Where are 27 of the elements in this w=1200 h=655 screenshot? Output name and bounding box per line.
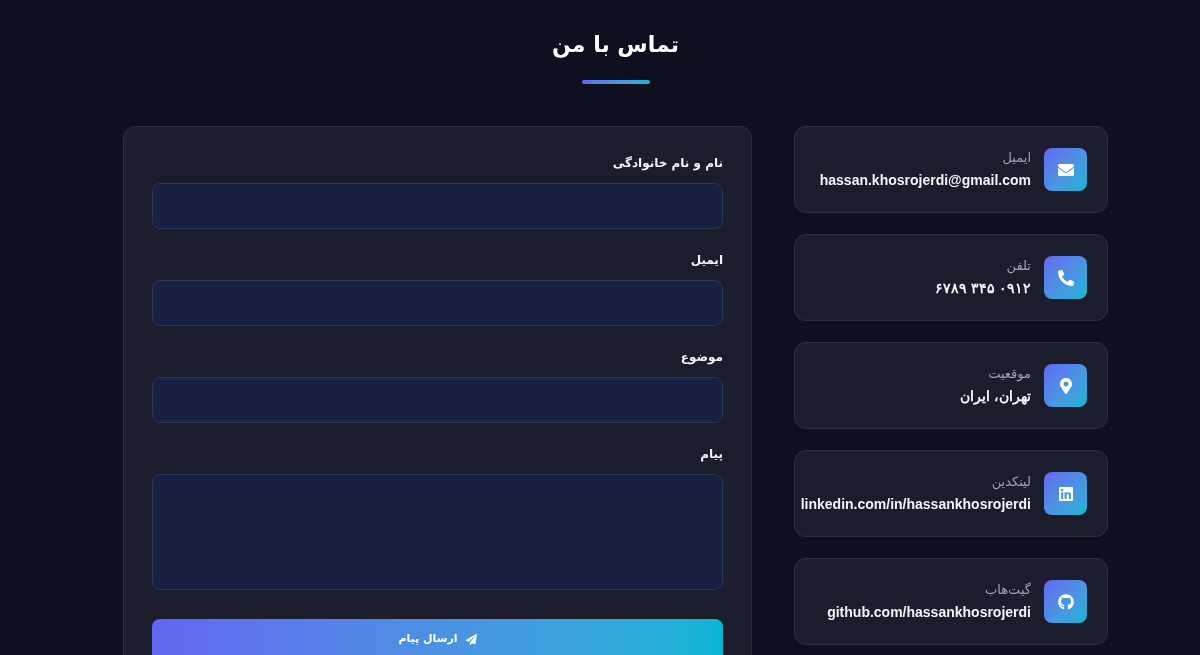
- field-label: نام و نام خانوادگی: [612, 155, 723, 173]
- contact-value: ۰۹۱۲ ۳۴۵ ۶۷۸۹: [935, 278, 1031, 298]
- map-pin-icon: [1044, 364, 1087, 407]
- field-label: ایمیل: [690, 252, 723, 269]
- envelope-icon: [1044, 148, 1087, 191]
- contact-value: github.com/hassankhosrojerdi: [827, 602, 1031, 622]
- contact-label: لینکدین: [991, 472, 1031, 491]
- contact-label: ایمیل: [1002, 148, 1031, 167]
- page-title: تماس با من: [552, 31, 679, 60]
- send-icon: [465, 633, 477, 645]
- contact-value: linkedin.com/in/hassankhosrojerdi: [800, 494, 1031, 514]
- contact-label: گیت‌هاب: [985, 580, 1031, 599]
- contact-label: موقعیت: [988, 364, 1031, 383]
- field-label: موضوع: [680, 349, 723, 367]
- contact-label: تلفن: [1006, 256, 1031, 275]
- submit-button[interactable]: ارسال پیام: [152, 619, 723, 655]
- title-underline: [581, 80, 650, 84]
- text-input[interactable]: [152, 280, 723, 326]
- text-input[interactable]: [152, 183, 723, 229]
- contact-value: تهران، ایران: [960, 386, 1031, 407]
- field-label: پیام: [700, 446, 723, 464]
- linkedin-icon: [1044, 472, 1087, 515]
- contact-value: hassan.khosrojerdi@gmail.com: [819, 170, 1031, 190]
- message-field[interactable]: [152, 474, 723, 590]
- phone-icon: [1044, 256, 1087, 299]
- text-input[interactable]: [152, 377, 723, 423]
- github-icon: [1044, 580, 1087, 623]
